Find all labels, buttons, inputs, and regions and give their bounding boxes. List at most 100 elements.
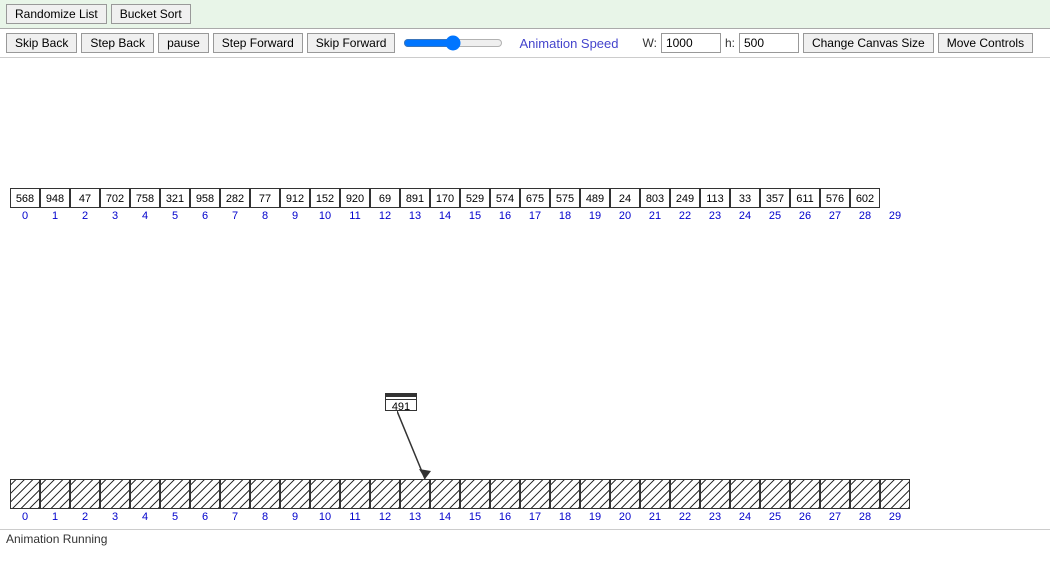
bucket-index-cell: 3: [100, 511, 130, 523]
array-index-cell: 8: [250, 210, 280, 222]
status-bar: Animation Running: [0, 529, 1050, 548]
bucket-index-cell: 0: [10, 511, 40, 523]
array-index-cell: 0: [10, 210, 40, 222]
array-cell: 152: [310, 188, 340, 208]
array-index-cell: 24: [730, 210, 760, 222]
array-index-cell: 5: [160, 210, 190, 222]
bucket-cell: [760, 479, 790, 509]
bucket-index-cell: 10: [310, 511, 340, 523]
array-index-cell: 26: [790, 210, 820, 222]
bucket-cell: [100, 479, 130, 509]
bucket-index-cell: 21: [640, 511, 670, 523]
bucket-index-cell: 14: [430, 511, 460, 523]
bucket-cell: [130, 479, 160, 509]
bucket-cell: [490, 479, 520, 509]
w-input[interactable]: [661, 33, 721, 53]
bucket-index-cell: 16: [490, 511, 520, 523]
bucket-index-cell: 9: [280, 511, 310, 523]
bucket-index-cell: 22: [670, 511, 700, 523]
bucket-indices: 0123456789101112131415161718192021222324…: [10, 511, 1050, 523]
bucket-index-cell: 11: [340, 511, 370, 523]
bucket-cell: [10, 479, 40, 509]
array-cell: 803: [640, 188, 670, 208]
bucket-index-cell: 29: [880, 511, 910, 523]
array-cell: 948: [40, 188, 70, 208]
move-controls-button[interactable]: Move Controls: [938, 33, 1033, 53]
array-cell: 912: [280, 188, 310, 208]
bucket-index-cell: 27: [820, 511, 850, 523]
bucket-index-cell: 20: [610, 511, 640, 523]
bucket-cell: [790, 479, 820, 509]
array-cell: 958: [190, 188, 220, 208]
skip-back-button[interactable]: Skip Back: [6, 33, 77, 53]
pause-button[interactable]: pause: [158, 33, 209, 53]
bucket-cell: [400, 479, 430, 509]
bucket-cell: [250, 479, 280, 509]
skip-forward-button[interactable]: Skip Forward: [307, 33, 396, 53]
array-cell: 758: [130, 188, 160, 208]
h-input[interactable]: [739, 33, 799, 53]
array-index-cell: 29: [880, 210, 910, 222]
array-index-cell: 15: [460, 210, 490, 222]
status-text: Animation Running: [6, 532, 107, 546]
pointer-box: 491: [385, 393, 417, 411]
array-index-cell: 22: [670, 210, 700, 222]
array-cell: 702: [100, 188, 130, 208]
array-index-cell: 25: [760, 210, 790, 222]
bucket-cell: [40, 479, 70, 509]
speed-slider[interactable]: [403, 35, 503, 51]
array-cell: 602: [850, 188, 880, 208]
array-index-cell: 2: [70, 210, 100, 222]
array-index-cell: 12: [370, 210, 400, 222]
bucket-index-cell: 23: [700, 511, 730, 523]
bucket-cell: [850, 479, 880, 509]
array-index-cell: 28: [850, 210, 880, 222]
array-index-cell: 9: [280, 210, 310, 222]
array-index-cell: 23: [700, 210, 730, 222]
bucket-index-cell: 4: [130, 511, 160, 523]
bucket-area: 0123456789101112131415161718192021222324…: [0, 479, 1050, 523]
array-cell: 33: [730, 188, 760, 208]
array-indices: 0123456789101112131415161718192021222324…: [10, 210, 1050, 222]
bucket-cell: [550, 479, 580, 509]
array-cell: 611: [790, 188, 820, 208]
array-index-cell: 13: [400, 210, 430, 222]
bucket-cell: [880, 479, 910, 509]
bucket-index-cell: 8: [250, 511, 280, 523]
bucket-index-cell: 17: [520, 511, 550, 523]
bucket-cell: [670, 479, 700, 509]
bucket-cell: [640, 479, 670, 509]
change-canvas-button[interactable]: Change Canvas Size: [803, 33, 934, 53]
array-cell: 69: [370, 188, 400, 208]
top-toolbar: Randomize List Bucket Sort: [0, 0, 1050, 29]
bucket-index-cell: 28: [850, 511, 880, 523]
array-cell: 113: [700, 188, 730, 208]
array-cell: 576: [820, 188, 850, 208]
bucket-cell: [370, 479, 400, 509]
randomize-button[interactable]: Randomize List: [6, 4, 107, 24]
bucket-cell: [580, 479, 610, 509]
bucket-index-cell: 5: [160, 511, 190, 523]
array-index-cell: 4: [130, 210, 160, 222]
step-forward-button[interactable]: Step Forward: [213, 33, 303, 53]
bucket-cell: [340, 479, 370, 509]
bucket-cell: [460, 479, 490, 509]
array-cell: 282: [220, 188, 250, 208]
step-back-button[interactable]: Step Back: [81, 33, 154, 53]
bucket-cells: [10, 479, 1050, 509]
bucket-index-cell: 24: [730, 511, 760, 523]
array-cell: 24: [610, 188, 640, 208]
array-display: 5689484770275832195828277912152920698911…: [0, 188, 1050, 222]
array-cell: 489: [580, 188, 610, 208]
bucket-cell: [280, 479, 310, 509]
main-area: 5689484770275832195828277912152920698911…: [0, 58, 1050, 548]
array-cell: 568: [10, 188, 40, 208]
bucket-sort-button[interactable]: Bucket Sort: [111, 4, 191, 24]
array-cell: 575: [550, 188, 580, 208]
array-index-cell: 18: [550, 210, 580, 222]
array-index-cell: 10: [310, 210, 340, 222]
bucket-index-cell: 26: [790, 511, 820, 523]
array-index-cell: 16: [490, 210, 520, 222]
bucket-index-cell: 25: [760, 511, 790, 523]
array-index-cell: 21: [640, 210, 670, 222]
